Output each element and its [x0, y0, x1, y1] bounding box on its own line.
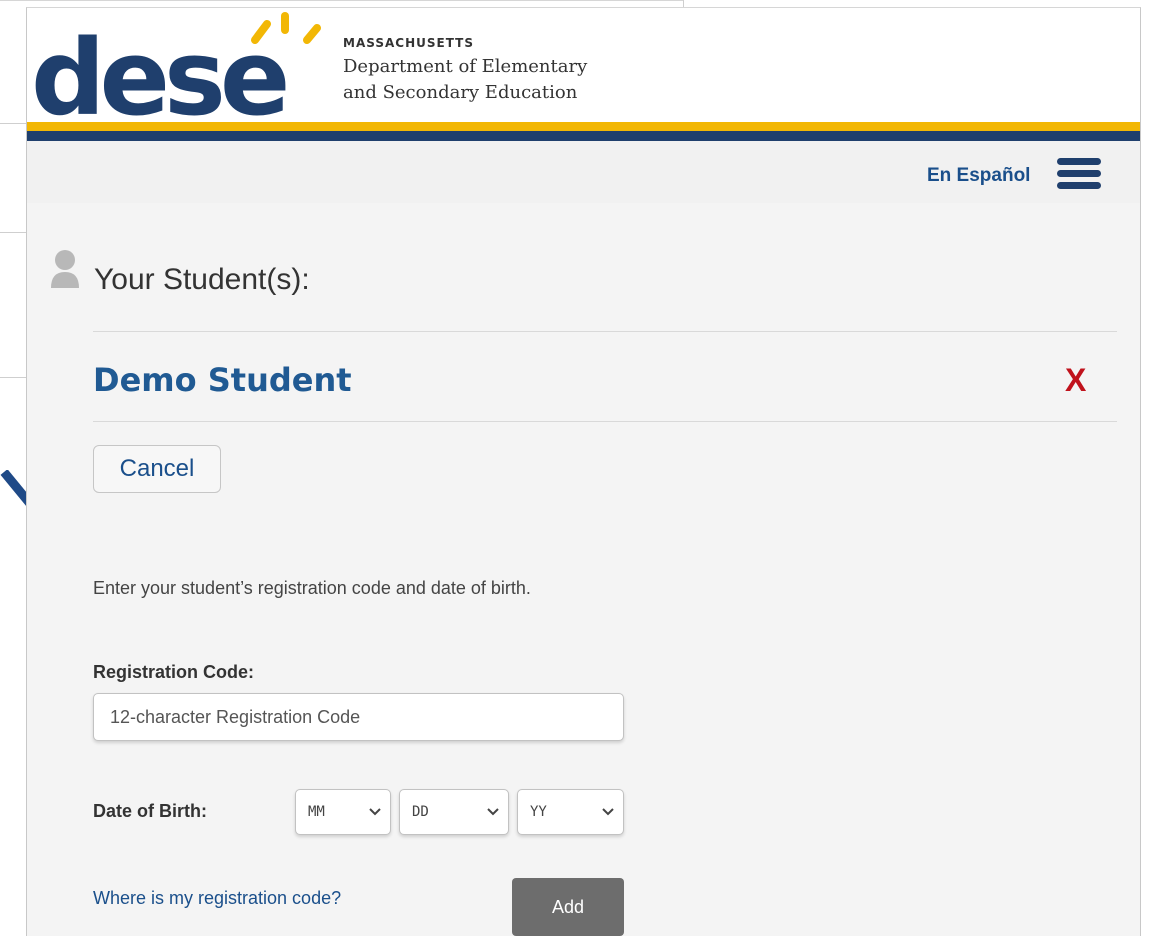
hamburger-menu-icon[interactable]	[1057, 158, 1101, 192]
logo-wordmark: dese	[31, 17, 286, 122]
app-window: dese MASSACHUSETTS Department of Element…	[26, 7, 1141, 936]
add-button[interactable]: Add	[512, 878, 624, 936]
sun-ray-icon	[303, 24, 321, 44]
month-select[interactable]: MM	[295, 789, 391, 835]
user-icon	[51, 250, 79, 288]
background-divider	[0, 232, 26, 233]
date-of-birth-label: Date of Birth:	[93, 801, 207, 821]
cancel-button[interactable]: Cancel	[93, 445, 221, 493]
chevron-down-icon	[487, 808, 499, 816]
background-divider	[0, 377, 26, 378]
nav-bar: En Español	[27, 141, 1140, 203]
divider	[93, 421, 1117, 422]
background-divider	[0, 0, 683, 1]
registration-code-input[interactable]	[93, 693, 624, 741]
org-name: MASSACHUSETTS Department of Elementary a…	[343, 36, 587, 106]
day-select-value: DD	[412, 804, 429, 820]
day-select[interactable]: DD	[399, 789, 509, 835]
background-divider	[0, 123, 26, 124]
org-name-line1: Department of Elementary	[343, 56, 588, 77]
chevron-down-icon	[369, 808, 381, 816]
instructions-text: Enter your student’s registration code a…	[93, 578, 531, 598]
org-name-line2: and Secondary Education	[343, 82, 578, 103]
menu-bar	[1057, 182, 1101, 189]
divider	[93, 331, 1117, 332]
header-stripe-blue	[27, 131, 1140, 141]
menu-bar	[1057, 170, 1101, 177]
registration-help-link[interactable]: Where is my registration code?	[93, 888, 341, 909]
page-title: Your Student(s):	[94, 263, 310, 296]
site-header: dese MASSACHUSETTS Department of Element…	[27, 8, 1140, 141]
dese-logo: dese	[31, 12, 321, 122]
year-select[interactable]: YY	[517, 789, 624, 835]
registration-code-label: Registration Code:	[93, 662, 255, 682]
student-name: Demo Student	[93, 361, 352, 399]
header-stripe-yellow	[27, 122, 1140, 131]
org-name-state: MASSACHUSETTS	[343, 36, 474, 50]
chevron-down-icon	[602, 808, 614, 816]
menu-bar	[1057, 158, 1101, 165]
remove-student-button[interactable]: X	[1065, 362, 1086, 399]
month-select-value: MM	[308, 804, 325, 820]
language-toggle-link[interactable]: En Español	[927, 165, 1030, 187]
year-select-value: YY	[530, 804, 547, 820]
